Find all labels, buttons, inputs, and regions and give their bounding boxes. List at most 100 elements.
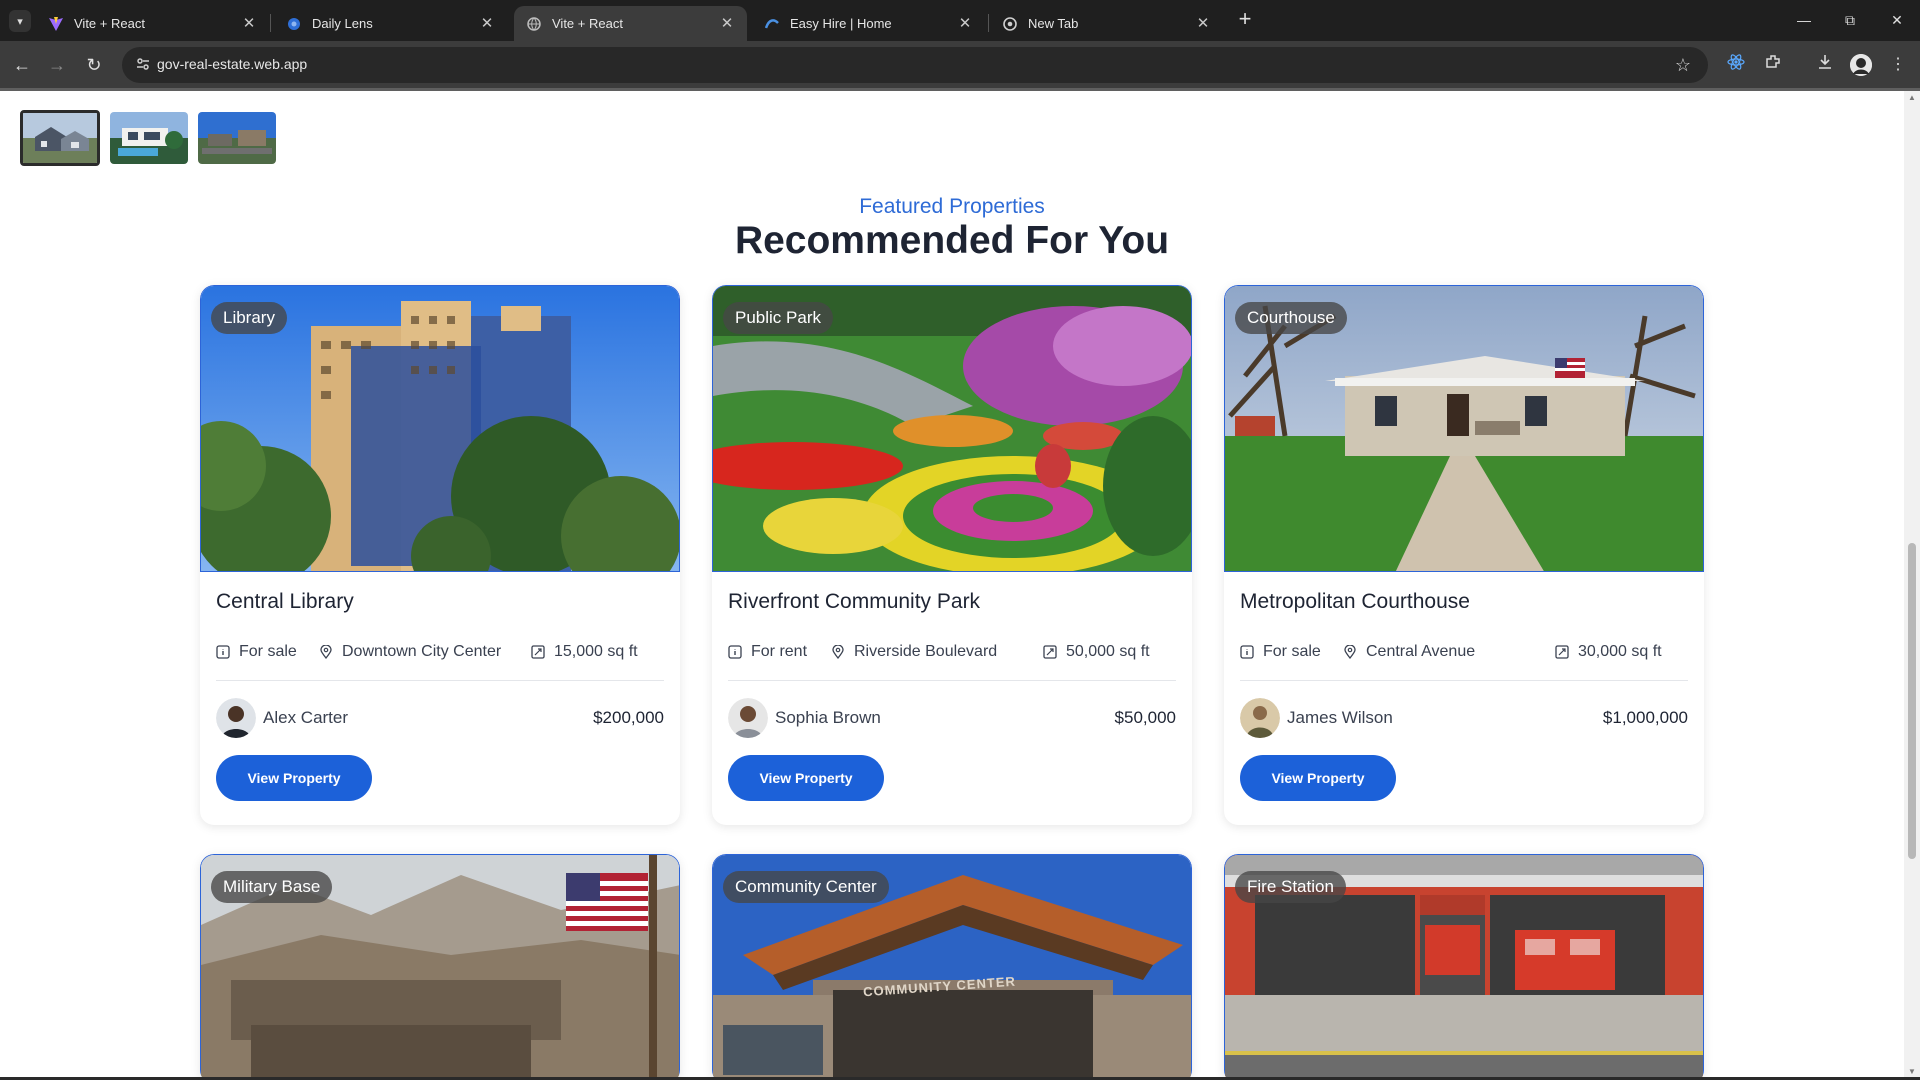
tab-strip: ▾ Vite + React ✕ Daily Lens ✕ Vite + Rea… [0, 0, 1920, 41]
category-badge: Courthouse [1235, 302, 1347, 334]
owner-name: Sophia Brown [775, 708, 881, 727]
location-pin-icon [831, 645, 845, 659]
property-image[interactable]: Community Center COMMUNITY CENTER [712, 854, 1192, 1080]
property-name: Metropolitan Courthouse [1240, 590, 1470, 613]
globe-icon [286, 16, 302, 32]
info-square-icon [216, 645, 230, 659]
tab-new-tab[interactable]: New Tab ✕ [990, 6, 1223, 41]
close-icon[interactable]: ✕ [1195, 15, 1211, 32]
new-tab-button[interactable]: + [1233, 8, 1257, 32]
globe-icon [526, 16, 542, 32]
card-divider [216, 680, 664, 681]
view-property-button[interactable]: View Property [728, 755, 884, 801]
property-card: Courthouse Metropolitan Courthouse For s… [1224, 285, 1704, 825]
owner-name: James Wilson [1287, 708, 1393, 727]
scroll-up-arrow-icon[interactable]: ▲ [1907, 93, 1917, 103]
download-icon[interactable] [1813, 53, 1837, 77]
tab-vite-react-2[interactable]: Vite + React ✕ [514, 6, 747, 41]
tab-vite-react-1[interactable]: Vite + React ✕ [36, 6, 269, 41]
view-property-button[interactable]: View Property [216, 755, 372, 801]
property-image[interactable]: Fire Station [1224, 854, 1704, 1080]
close-icon[interactable]: ✕ [957, 15, 973, 32]
category-badge: Community Center [723, 871, 889, 903]
tab-title: New Tab [1028, 16, 1079, 31]
back-button[interactable]: ← [10, 53, 34, 77]
plus-icon: + [1238, 6, 1252, 31]
minimize-button[interactable]: — [1792, 8, 1816, 32]
property-name: Central Library [216, 590, 354, 613]
property-location: Riverside Boulevard [854, 643, 998, 660]
property-area: 30,000 sq ft [1578, 643, 1662, 660]
category-badge: Library [211, 302, 287, 334]
info-square-icon [1240, 645, 1254, 659]
category-badge: Public Park [723, 302, 833, 334]
area-icon [1555, 645, 1569, 659]
tab-title: Vite + React [552, 16, 623, 31]
easy-hire-logo-icon [764, 16, 780, 32]
owner-name: Alex Carter [263, 708, 349, 727]
property-card: Fire Station [1224, 854, 1704, 1080]
gallery-thumbnail-1[interactable] [20, 110, 100, 166]
tab-separator [270, 14, 271, 32]
vite-logo-icon [48, 16, 64, 32]
avatar [216, 698, 256, 738]
tab-easy-hire[interactable]: Easy Hire | Home ✕ [752, 6, 985, 41]
property-card: Community Center COMMUNITY CENTER [712, 854, 1192, 1080]
site-settings-icon[interactable] [134, 56, 152, 74]
gallery-thumbnail-2[interactable] [110, 112, 188, 164]
property-meta: For rent Riverside Boulevard 50,000 sq f… [728, 641, 1176, 663]
close-icon[interactable]: ✕ [479, 15, 495, 32]
property-status: For sale [239, 643, 297, 660]
scroll-down-arrow-icon[interactable]: ▼ [1907, 1067, 1917, 1077]
tab-title: Daily Lens [312, 16, 373, 31]
owner-row: Sophia Brown $50,000 [728, 697, 1176, 739]
close-window-button[interactable]: ✕ [1885, 8, 1909, 32]
gallery-thumbnails [20, 110, 276, 166]
page-content: Featured Properties Recommended For You [0, 91, 1904, 1080]
restore-button[interactable]: ⧉ [1838, 8, 1862, 32]
tab-daily-lens[interactable]: Daily Lens ✕ [274, 6, 507, 41]
property-card: Library Central Library For sale Downtow… [200, 285, 680, 825]
property-meta: For sale Central Avenue 30,000 sq ft [1240, 641, 1688, 663]
view-property-button[interactable]: View Property [1240, 755, 1396, 801]
react-devtools-icon[interactable] [1724, 53, 1748, 77]
browser-toolbar: ← → ↻ gov-real-estate.web.app ☆ ⋮ [0, 41, 1920, 88]
page-scrollbar[interactable]: ▲ ▼ [1904, 91, 1920, 1080]
more-menu-icon[interactable]: ⋮ [1886, 53, 1910, 77]
reload-icon: ↻ [86, 55, 102, 75]
address-bar[interactable]: gov-real-estate.web.app ☆ [122, 47, 1708, 83]
property-price: $1,000,000 [1602, 708, 1688, 727]
close-icon[interactable]: ✕ [719, 15, 735, 32]
section-heading: Recommended For You [734, 219, 1170, 262]
forward-button[interactable]: → [45, 53, 69, 77]
property-status: For sale [1263, 643, 1321, 660]
chrome-icon [1002, 16, 1018, 32]
gallery-thumbnail-3[interactable] [198, 112, 276, 164]
property-image[interactable]: Public Park [712, 285, 1192, 572]
restore-icon: ⧉ [1845, 12, 1855, 28]
owner-row: James Wilson $1,000,000 [1240, 697, 1688, 739]
extensions-puzzle-icon[interactable] [1761, 53, 1785, 77]
profile-avatar[interactable] [1850, 54, 1872, 76]
property-area: 50,000 sq ft [1066, 643, 1150, 660]
property-image[interactable]: Library [200, 285, 680, 572]
property-image[interactable]: Military Base [200, 854, 680, 1080]
avatar [728, 698, 768, 738]
property-area: 15,000 sq ft [554, 643, 638, 660]
property-price: $50,000 [1114, 708, 1176, 727]
card-divider [1240, 680, 1688, 681]
section-eyebrow: Featured Properties [859, 195, 1045, 218]
info-square-icon [728, 645, 742, 659]
property-image[interactable]: Courthouse [1224, 285, 1704, 572]
close-icon[interactable]: ✕ [241, 15, 257, 32]
owner-row: Alex Carter $200,000 [216, 697, 664, 739]
scrollbar-thumb[interactable] [1908, 543, 1916, 859]
location-pin-icon [319, 645, 333, 659]
area-icon [531, 645, 545, 659]
tab-search-button[interactable]: ▾ [9, 10, 31, 32]
category-badge: Military Base [211, 871, 333, 903]
reload-button[interactable]: ↻ [82, 53, 106, 77]
property-name: Riverfront Community Park [728, 590, 981, 613]
property-location: Downtown City Center [342, 643, 502, 660]
bookmark-star-icon[interactable]: ☆ [1672, 54, 1694, 76]
